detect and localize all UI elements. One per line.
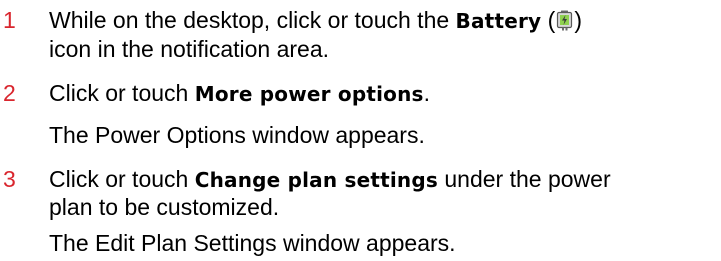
step-3-text-line-1: Click or touch Change plan settings unde… (49, 166, 611, 194)
step-2-more-power-options-label: More power options (194, 82, 424, 106)
step-1-text-line-2: icon in the notification area. (49, 36, 330, 62)
step-2-result: The Power Options window appears. (49, 122, 425, 148)
step-3-change-plan-settings-label: Change plan settings (194, 168, 438, 192)
step-1-open-paren: ( (541, 7, 556, 33)
step-1-close-paren: ) (574, 7, 583, 33)
step-3-text-post: under the power (438, 166, 611, 192)
step-1-battery-label: Battery (455, 9, 542, 33)
step-2-number: 2 (3, 80, 16, 106)
step-3-text-line-2: plan to be customized. (49, 194, 280, 220)
step-1-text-pre: While on the desktop, click or touch the (49, 7, 456, 33)
step-3-number: 3 (3, 166, 16, 192)
step-2-text-post: . (423, 80, 431, 106)
instruction-steps: 1 While on the desktop, click or touch t… (0, 0, 721, 261)
step-1-number: 1 (3, 7, 16, 33)
step-2-text-pre: Click or touch (49, 80, 195, 106)
battery-icon (556, 10, 573, 31)
step-1-text-line-1: While on the desktop, click or touch the… (49, 7, 582, 35)
step-3-text-pre: Click or touch (49, 166, 195, 192)
step-2-text: Click or touch More power options. (49, 80, 430, 108)
step-3-result: The Edit Plan Settings window appears. (49, 230, 456, 256)
